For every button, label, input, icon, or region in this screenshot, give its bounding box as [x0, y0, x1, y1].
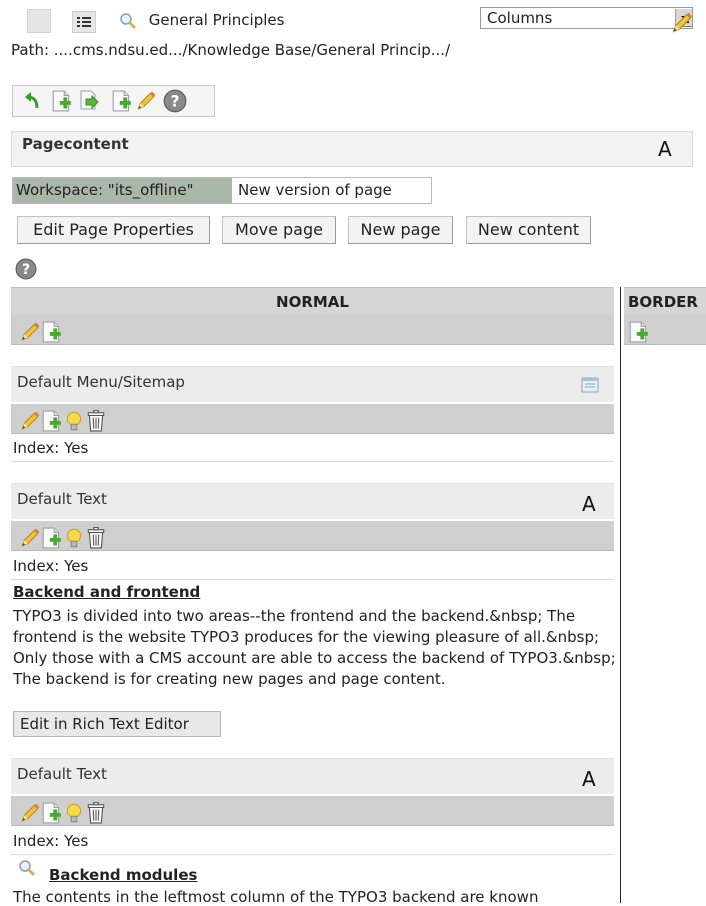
lightbulb-icon[interactable]: [63, 802, 85, 824]
new-content-button[interactable]: New content: [466, 216, 591, 244]
workspace-version: New version of page: [238, 181, 392, 199]
page-title: General Principles: [148, 11, 285, 29]
new-record-icon[interactable]: [628, 321, 650, 343]
pencil-icon[interactable]: [135, 90, 157, 112]
sitemap-icon: [581, 377, 599, 393]
list-icon: [77, 17, 91, 27]
new-record-icon[interactable]: [51, 90, 73, 112]
content-element-toolbar: [11, 404, 614, 434]
divider: [11, 461, 614, 462]
language-a-icon: A: [658, 137, 672, 161]
index-status: Index: Yes: [13, 557, 89, 575]
trash-icon[interactable]: [85, 802, 107, 824]
list-view-button[interactable]: [72, 11, 96, 33]
index-status: Index: Yes: [13, 439, 89, 457]
border-column-toolbar: [624, 315, 706, 345]
pencil-icon[interactable]: [19, 527, 41, 549]
magnifier-icon[interactable]: [118, 11, 138, 31]
workspace-bar: Workspace: "its_offline" New version of …: [12, 177, 432, 204]
lightbulb-icon[interactable]: [63, 410, 85, 432]
content-element-toolbar: [11, 796, 614, 826]
undo-icon[interactable]: [23, 90, 43, 112]
workspace-label: Workspace: "its_offline": [13, 178, 232, 203]
move-page-button[interactable]: Move page: [222, 216, 336, 244]
column-header-normal: NORMAL: [11, 287, 614, 315]
new-record-icon[interactable]: [41, 410, 63, 432]
page-icon[interactable]: [27, 9, 51, 33]
content-heading[interactable]: Backend modules: [49, 866, 197, 884]
column-divider: [620, 287, 621, 903]
page-title-row: General Principles: [118, 8, 284, 32]
language-a-icon: A: [582, 767, 596, 791]
content-heading[interactable]: Backend and frontend: [13, 583, 200, 601]
trash-icon[interactable]: [85, 527, 107, 549]
content-element-title: Default Text: [17, 490, 107, 508]
trash-icon[interactable]: [85, 410, 107, 432]
new-record-icon[interactable]: [41, 802, 63, 824]
new-record-icon[interactable]: [41, 321, 63, 343]
new-page-button[interactable]: New page: [348, 216, 453, 244]
content-element-toolbar: [11, 521, 614, 551]
view-select[interactable]: Columns: [480, 7, 694, 29]
edit-rich-text-button[interactable]: Edit in Rich Text Editor: [13, 711, 221, 737]
pencil-icon[interactable]: [19, 321, 41, 343]
magnifier-icon[interactable]: [17, 858, 37, 878]
column-header-border: BORDER: [624, 287, 706, 315]
new-record-icon[interactable]: [41, 527, 63, 549]
select-value: Columns: [487, 9, 553, 27]
pagecontent-header: Pagecontent A: [11, 131, 693, 167]
breadcrumb-path: Path: ....cms.ndsu.ed.../Knowledge Base/…: [11, 41, 451, 59]
index-status: Index: Yes: [13, 832, 89, 850]
content-element-header: Default Menu/Sitemap: [11, 366, 614, 402]
content-element-title: Default Text: [17, 765, 107, 783]
content-element-header: Default Text A: [11, 758, 614, 794]
pencil-icon[interactable]: [670, 11, 694, 35]
new-page-icon[interactable]: [111, 90, 133, 112]
content-body: The contents in the leftmost column of t…: [13, 888, 539, 906]
column-toolbar: [11, 315, 614, 345]
pagecontent-label: Pagecontent: [22, 135, 129, 153]
divider: [11, 854, 614, 855]
content-element-header: Default Text A: [11, 483, 614, 519]
lightbulb-icon[interactable]: [63, 527, 85, 549]
pencil-icon[interactable]: [19, 410, 41, 432]
pencil-icon[interactable]: [19, 802, 41, 824]
edit-page-properties-button[interactable]: Edit Page Properties: [17, 216, 210, 244]
move-icon[interactable]: [79, 90, 101, 112]
content-element-title: Default Menu/Sitemap: [17, 373, 185, 391]
divider: [11, 579, 614, 580]
content-body: TYPO3 is divided into two areas--the fro…: [13, 607, 616, 688]
help-icon[interactable]: [163, 89, 187, 113]
page-toolbar: [12, 85, 215, 117]
help-icon[interactable]: [15, 258, 37, 280]
language-a-icon: A: [582, 492, 596, 516]
